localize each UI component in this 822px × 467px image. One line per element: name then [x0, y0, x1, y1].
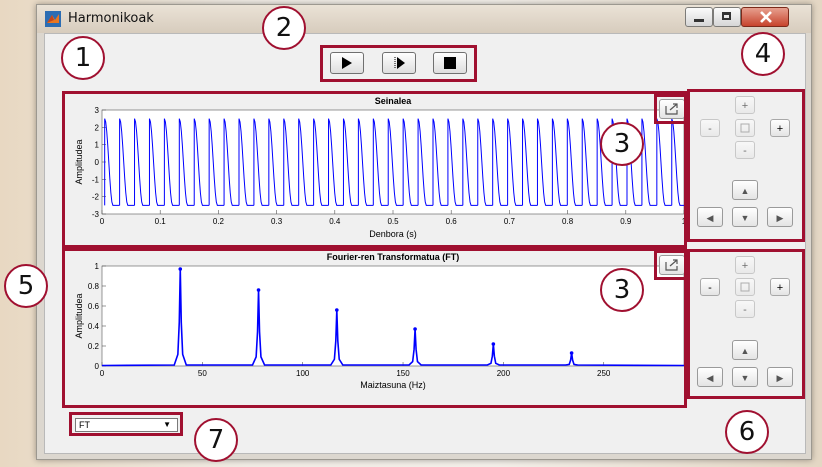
- callout-number: 4: [741, 32, 785, 76]
- maximize-icon: [722, 12, 731, 20]
- callout-box-toolbar: [320, 45, 477, 82]
- callout-box-nav-panel: [687, 89, 805, 242]
- minimize-icon: [694, 19, 704, 22]
- callout-number: 5: [4, 264, 48, 308]
- callout-number: 6: [725, 410, 769, 454]
- callout-box-nav-panel: [687, 249, 805, 399]
- callout-number: 2: [262, 6, 306, 50]
- callout-number: 3: [600, 268, 644, 312]
- maximize-button[interactable]: [713, 7, 741, 27]
- close-button[interactable]: [741, 7, 789, 27]
- callout-box-signal-plot: [62, 91, 687, 248]
- callout-box-export: [654, 250, 688, 280]
- callout-number: 3: [600, 122, 644, 166]
- title-bar[interactable]: Harmonikoak: [37, 5, 811, 33]
- matlab-icon: [45, 11, 61, 27]
- callout-number: 1: [61, 36, 105, 80]
- window-title: Harmonikoak: [68, 11, 154, 26]
- callout-number: 7: [194, 418, 238, 462]
- minimize-button[interactable]: [685, 7, 713, 27]
- close-icon: [760, 11, 772, 23]
- callout-box-ft-plot: [62, 248, 687, 408]
- callout-box-export: [654, 94, 688, 124]
- callout-box-selector: [69, 412, 183, 436]
